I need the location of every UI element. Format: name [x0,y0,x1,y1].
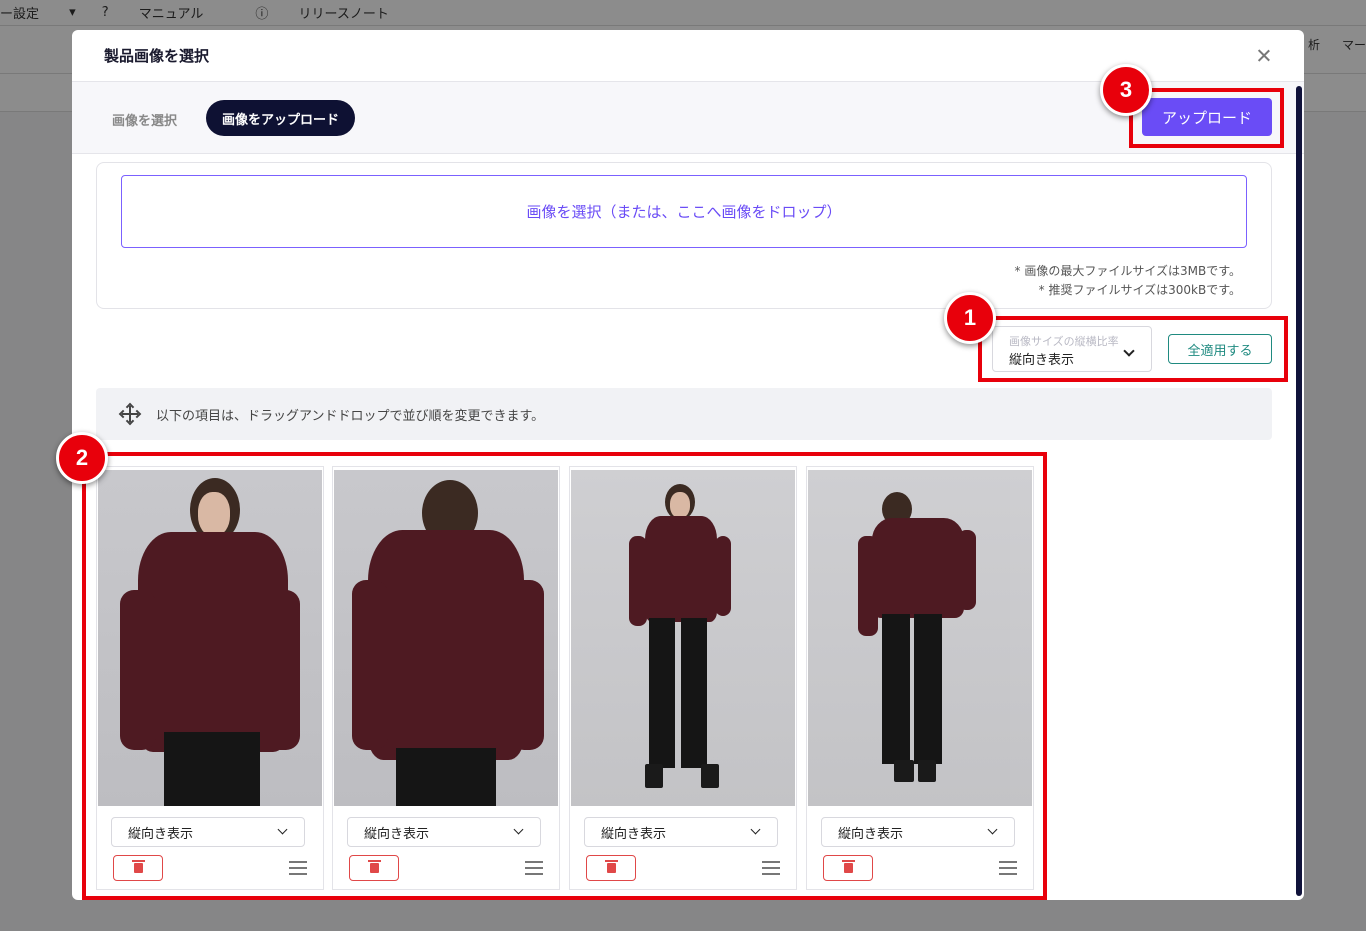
annotation-box-2 [82,452,1047,900]
annotation-badge-3: 3 [1100,64,1152,116]
tab-upload-image[interactable]: 画像をアップロード [206,100,356,136]
annotation-badge-2: 2 [56,432,108,484]
annotation-badge-1: 1 [944,292,996,344]
upload-panel: 画像を選択（または、ここへ画像をドロップ） * 画像の最大ファイルサイズは3MB… [96,162,1272,309]
recommended-size-note: * 推奨ファイルサイズは300kBです。 [1038,283,1241,297]
annotation-box-1 [978,316,1288,382]
modal-scrollbar[interactable] [1296,86,1302,896]
move-arrows-icon [118,402,142,426]
close-icon[interactable] [1254,46,1274,66]
modal-title: 製品画像を選択 [104,47,210,65]
drag-info-text: 以下の項目は、ドラッグアンドドロップで並び順を変更できます。 [156,408,545,424]
max-size-note: * 画像の最大ファイルサイズは3MBです。 [1014,264,1241,278]
image-drop-zone[interactable]: 画像を選択（または、ここへ画像をドロップ） [121,175,1247,248]
tab-select-image[interactable]: 画像を選択 [112,110,177,129]
annotation-box-3 [1129,88,1284,148]
drag-info-bar: 以下の項目は、ドラッグアンドドロップで並び順を変更できます。 [96,388,1272,440]
